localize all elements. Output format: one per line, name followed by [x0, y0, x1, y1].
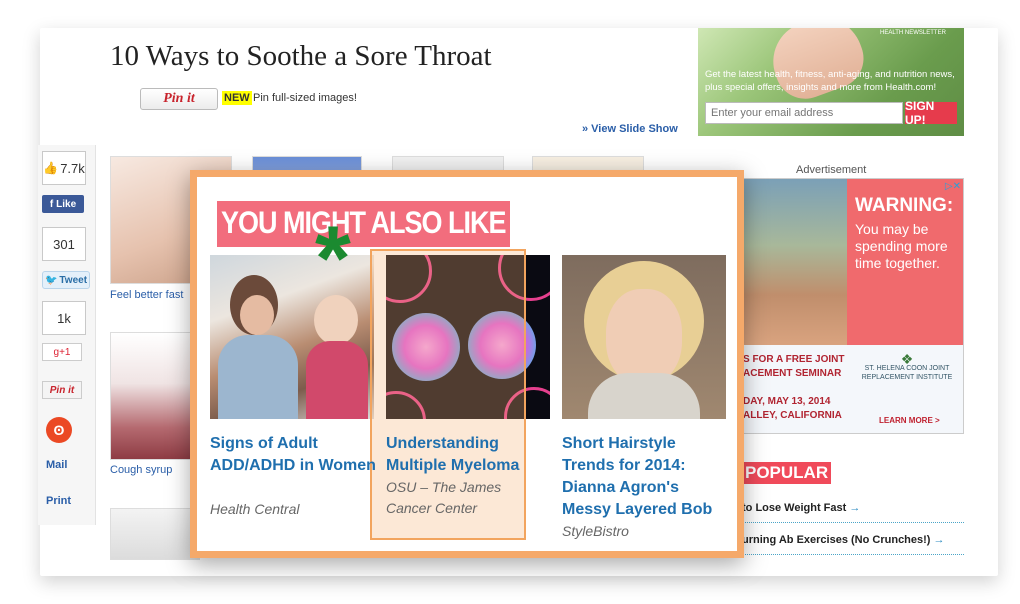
- ad-photo: [743, 179, 847, 345]
- thumbnail-image[interactable]: [110, 508, 200, 560]
- pin-description: Pin full-sized images!: [253, 92, 357, 104]
- gplus-count: 1k: [42, 301, 86, 335]
- popup-heading: YOU MIGHT ALSO LIKE: [217, 201, 510, 247]
- twitter-icon: 🐦: [44, 274, 58, 286]
- tweet-count: 301: [42, 227, 86, 261]
- social-share-bar: 👍 7.7k f Like 301 🐦 Tweet 1k g+1 Pin it …: [38, 145, 96, 525]
- asterisk-icon: *: [315, 208, 351, 310]
- thumbnail-image[interactable]: [110, 332, 200, 460]
- divider: [742, 522, 964, 523]
- gplus-button[interactable]: g+1: [42, 343, 82, 361]
- thumbnail-caption[interactable]: Cough syrup: [110, 464, 172, 476]
- pinterest-button[interactable]: Pin it: [42, 381, 82, 399]
- newsletter-label: HEALTH NEWSLETTER: [880, 30, 946, 36]
- divider: [742, 554, 964, 555]
- ad-logo-icon: ❖: [900, 351, 914, 367]
- learn-more-link[interactable]: LEARN MORE >: [879, 416, 940, 425]
- card-title[interactable]: Signs of Adult ADD/ADHD in Women: [210, 433, 378, 477]
- ad-warning-panel: WARNING: You may be spending more time t…: [847, 179, 963, 345]
- popular-item[interactable]: urning Ab Exercises (No Crunches!) →: [742, 534, 945, 546]
- facebook-count: 👍 7.7k: [42, 151, 86, 185]
- page-title: 10 Ways to Soothe a Sore Throat: [110, 40, 492, 72]
- card-image[interactable]: [562, 255, 726, 419]
- thumbs-up-icon: 👍: [43, 161, 59, 175]
- card-source: StyleBistro: [562, 523, 629, 539]
- advertisement[interactable]: WARNING: You may be spending more time t…: [742, 178, 964, 434]
- arrow-right-icon: →: [933, 534, 945, 546]
- ad-seminar-text: S FOR A FREE JOINT ACEMENT SEMINAR DAY, …: [743, 354, 845, 421]
- ad-choices-icon[interactable]: ▷✕: [945, 181, 961, 192]
- facebook-like-button[interactable]: f Like: [42, 195, 84, 213]
- ad-logo: ❖ ST. HELENA COON JOINT REPLACEMENT INST…: [855, 351, 959, 382]
- newsletter-text: Get the latest health, fitness, anti-agi…: [705, 69, 955, 93]
- arrow-right-icon: →: [849, 502, 861, 514]
- tweet-button[interactable]: 🐦 Tweet: [42, 271, 90, 289]
- ad-warning-title: WARNING:: [855, 195, 954, 216]
- ad-warning-text: You may be spending more time together.: [855, 221, 948, 271]
- view-slideshow-link[interactable]: » View Slide Show: [582, 123, 678, 135]
- sign-up-button[interactable]: SIGN UP!: [905, 99, 957, 127]
- pin-it-button[interactable]: Pin it: [140, 88, 218, 110]
- advertisement-label: Advertisement: [796, 164, 867, 176]
- facebook-icon: f: [49, 198, 54, 210]
- card-title[interactable]: Understanding Multiple Myeloma: [386, 433, 554, 477]
- newsletter-signup: HEALTH NEWSLETTER Get the latest health,…: [698, 28, 964, 136]
- card-source: OSU – The James Cancer Center: [386, 479, 502, 516]
- card-source: Health Central: [210, 501, 300, 517]
- email-field[interactable]: [705, 102, 903, 124]
- card-title[interactable]: Short Hairstyle Trends for 2014: Dianna …: [562, 433, 730, 521]
- thumbnail-caption[interactable]: Feel better fast: [110, 289, 183, 301]
- you-might-also-like-popup: YOU MIGHT ALSO LIKE * Signs of Adult ADD…: [190, 170, 744, 558]
- popular-heading: POPULAR: [742, 462, 832, 484]
- print-link[interactable]: Print: [46, 495, 71, 507]
- mail-link[interactable]: Mail: [46, 459, 67, 471]
- stumbleupon-icon[interactable]: ʘ: [46, 417, 72, 443]
- popular-item[interactable]: to Lose Weight Fast →: [742, 502, 860, 514]
- new-badge: NEW: [222, 91, 252, 105]
